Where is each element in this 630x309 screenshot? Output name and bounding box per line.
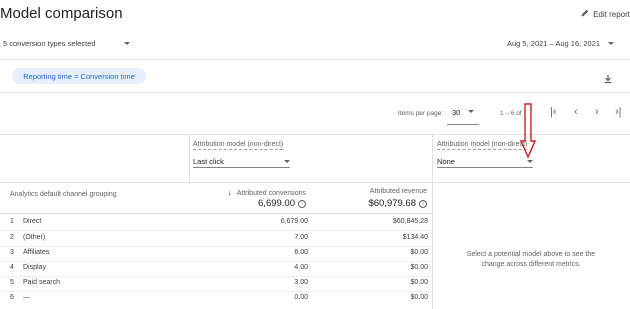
- row-index: 4: [10, 264, 14, 271]
- revenue-total: $60,979.68 i: [368, 198, 427, 209]
- divider: [0, 182, 630, 183]
- right-attribution-model-value: None: [437, 156, 455, 166]
- left-attribution-model-label: Attribution model (non-direct): [193, 141, 284, 150]
- revenue-header[interactable]: Attributed revenue: [370, 188, 427, 195]
- row-revenue: $0.00: [410, 294, 428, 301]
- row-conversions: 7.00: [294, 234, 308, 241]
- left-attribution-model-select[interactable]: Last click: [193, 155, 290, 168]
- row-conversions: 0.00: [294, 294, 308, 301]
- empty-state-message: Select a potential model above to see th…: [466, 251, 596, 268]
- items-per-page-value: 30: [452, 108, 461, 117]
- row-index: 6: [10, 294, 14, 301]
- row-channel: Direct: [23, 218, 42, 225]
- divider: [0, 59, 630, 60]
- edit-report-button[interactable]: Edit report: [581, 9, 630, 19]
- right-attribution-model-select[interactable]: None: [437, 155, 533, 168]
- next-page-icon[interactable]: ›: [595, 106, 599, 118]
- download-icon[interactable]: [603, 71, 613, 89]
- conversion-types-value: 5 conversion types selected: [3, 39, 96, 48]
- table-row: 6 — 0.00 $0.00: [0, 290, 432, 306]
- conversions-header[interactable]: ↓ Attributed conversions: [228, 188, 306, 197]
- date-range-picker[interactable]: Aug 5, 2021 – Aug 16, 2021: [507, 39, 614, 48]
- items-per-page-label: Items per page:: [398, 110, 444, 117]
- row-index: 2: [10, 234, 14, 241]
- row-conversions: 6.00: [294, 249, 308, 256]
- chevron-down-icon: [608, 42, 614, 45]
- page-title: Model comparison: [0, 5, 123, 22]
- row-index: 1: [10, 218, 14, 225]
- row-revenue: $60,845.28: [392, 218, 428, 225]
- pagination-range: 1 – 6 of: [500, 110, 522, 117]
- date-range-value: Aug 5, 2021 – Aug 16, 2021: [507, 39, 600, 48]
- right-attribution-model-label: Attribution model (non-direct): [437, 141, 528, 150]
- arrow-down-icon: ↓: [227, 188, 232, 197]
- row-channel: (Other): [23, 234, 46, 241]
- chevron-down-icon: [123, 42, 130, 45]
- edit-report-label: Edit report: [593, 9, 630, 19]
- row-revenue: $0.00: [410, 249, 428, 256]
- last-page-icon[interactable]: ›|: [615, 106, 622, 118]
- row-revenue: $0.00: [410, 279, 428, 286]
- conversions-total: 6,699.00 i: [258, 198, 306, 209]
- annotation-arrow-icon: [519, 103, 537, 164]
- dimension-header: Analytics default channel grouping: [10, 191, 117, 198]
- chevron-down-icon: [468, 110, 474, 113]
- row-revenue: $134.40: [402, 234, 428, 241]
- chevron-down-icon: [284, 159, 290, 163]
- row-channel: Paid search: [23, 279, 60, 286]
- row-conversions: 4.00: [294, 264, 308, 271]
- conversion-types-dropdown[interactable]: 5 conversion types selected: [3, 39, 130, 48]
- previous-page-icon[interactable]: ‹: [574, 106, 578, 118]
- left-attribution-model-value: Last click: [193, 156, 224, 166]
- info-icon[interactable]: i: [298, 199, 306, 208]
- divider: [189, 134, 190, 182]
- revenue-total-value: $60,979.68: [368, 198, 416, 209]
- conversions-total-value: 6,699.00: [258, 198, 295, 209]
- table-row: 1 Direct 6,679.00 $60,845.28: [0, 214, 432, 231]
- row-channel: Display: [23, 264, 46, 271]
- pencil-icon: [581, 9, 589, 19]
- row-conversions: 3.00: [294, 279, 308, 286]
- info-icon[interactable]: i: [419, 199, 427, 208]
- row-channel: Affiliates: [23, 249, 50, 256]
- items-per-page-select[interactable]: 30: [447, 100, 479, 125]
- divider: [432, 134, 433, 309]
- row-conversions: 6,679.00: [280, 218, 308, 225]
- conversions-header-label: Attributed conversions: [236, 190, 306, 197]
- first-page-icon[interactable]: |‹: [550, 106, 557, 118]
- row-index: 5: [10, 279, 14, 286]
- divider: [0, 92, 630, 93]
- row-revenue: $0.00: [410, 264, 428, 271]
- reporting-time-chip[interactable]: Reporting time = Conversion time: [12, 68, 146, 84]
- row-index: 3: [10, 249, 14, 256]
- row-channel: —: [23, 294, 30, 301]
